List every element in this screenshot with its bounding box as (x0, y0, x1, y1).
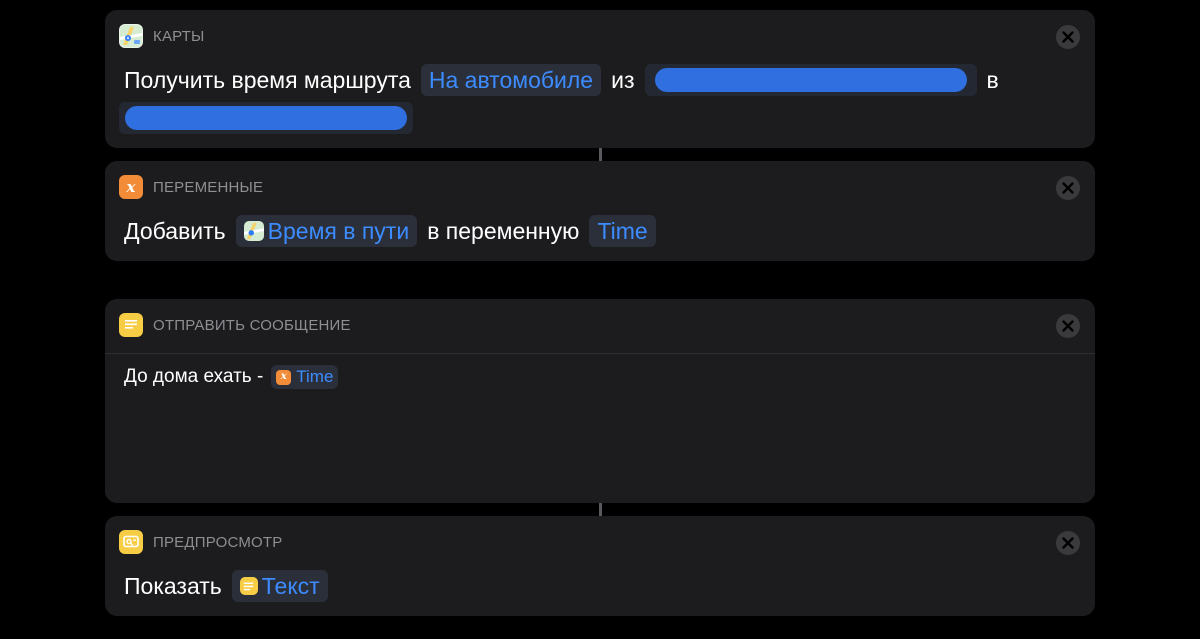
close-icon (1062, 320, 1074, 332)
close-icon (1062, 537, 1074, 549)
close-icon (1062, 31, 1074, 43)
action-text: Показать (124, 572, 222, 599)
token-label: Текст (261, 573, 320, 599)
remove-action-button[interactable] (1056, 531, 1080, 555)
time-variable-token[interactable]: x Time (271, 365, 339, 389)
action-text: Добавить (124, 217, 226, 244)
preview-action-card[interactable]: ПРЕДПРОСМОТР Показать Текст (105, 516, 1095, 616)
variable-name-token[interactable]: Time (589, 215, 656, 247)
maps-icon (119, 24, 143, 48)
app-name-label: ПЕРЕМЕННЫЕ (153, 178, 264, 196)
action-parameters-cont (119, 102, 419, 134)
text-input-token[interactable]: Текст (231, 570, 328, 602)
preview-icon (119, 530, 143, 554)
token-label: Время в пути (267, 218, 410, 244)
maps-icon (243, 221, 264, 241)
action-parameters: Показать Текст (124, 570, 334, 602)
message-text: До дома ехать - (124, 366, 264, 387)
remove-action-button[interactable] (1056, 176, 1080, 200)
header-divider (105, 353, 1095, 354)
notes-icon (119, 313, 143, 337)
card-header: ПРЕДПРОСМОТР (119, 530, 282, 554)
remove-action-button[interactable] (1056, 314, 1080, 338)
variable-icon: x (276, 369, 292, 385)
action-text: из (611, 66, 635, 93)
action-text: Получить время маршрута (124, 66, 411, 93)
card-header: x ПЕРЕМЕННЫЕ (119, 175, 263, 199)
action-parameters: Добавить Время в пути в переменную Time (124, 215, 662, 247)
action-text: в (986, 66, 999, 93)
card-header: ОТПРАВИТЬ СООБЩЕНИЕ (119, 313, 351, 337)
app-name-label: ОТПРАВИТЬ СООБЩЕНИЕ (153, 316, 351, 334)
travel-time-token[interactable]: Время в пути (235, 215, 418, 247)
connector-line (599, 148, 602, 161)
origin-location-token[interactable] (644, 64, 977, 96)
action-parameters: Получить время маршрута На автомобиле из… (124, 64, 1003, 96)
shortcut-editor: КАРТЫ Получить время маршрута На автомоб… (0, 0, 1200, 639)
token-label: Time (296, 367, 334, 386)
card-header: КАРТЫ (119, 24, 205, 48)
variable-icon: x (119, 175, 143, 199)
send-message-action-card[interactable]: ОТПРАВИТЬ СООБЩЕНИЕ До дома ехать - x Ti… (105, 299, 1095, 503)
maps-action-card[interactable]: КАРТЫ Получить время маршрута На автомоб… (105, 10, 1095, 148)
message-body-field[interactable]: До дома ехать - x Time (124, 365, 339, 389)
variables-action-card[interactable]: x ПЕРЕМЕННЫЕ Добавить Время в пути в пер… (105, 161, 1095, 261)
transport-mode-token[interactable]: На автомобиле (420, 64, 602, 96)
app-name-label: ПРЕДПРОСМОТР (153, 533, 283, 551)
connector-line (599, 503, 602, 516)
action-text: в переменную (427, 217, 580, 244)
app-name-label: КАРТЫ (153, 27, 205, 45)
redacted-origin (654, 68, 967, 92)
notes-icon (239, 577, 258, 595)
close-icon (1062, 182, 1074, 194)
destination-location-token[interactable] (119, 102, 413, 134)
remove-action-button[interactable] (1056, 25, 1080, 49)
redacted-destination (125, 106, 407, 130)
